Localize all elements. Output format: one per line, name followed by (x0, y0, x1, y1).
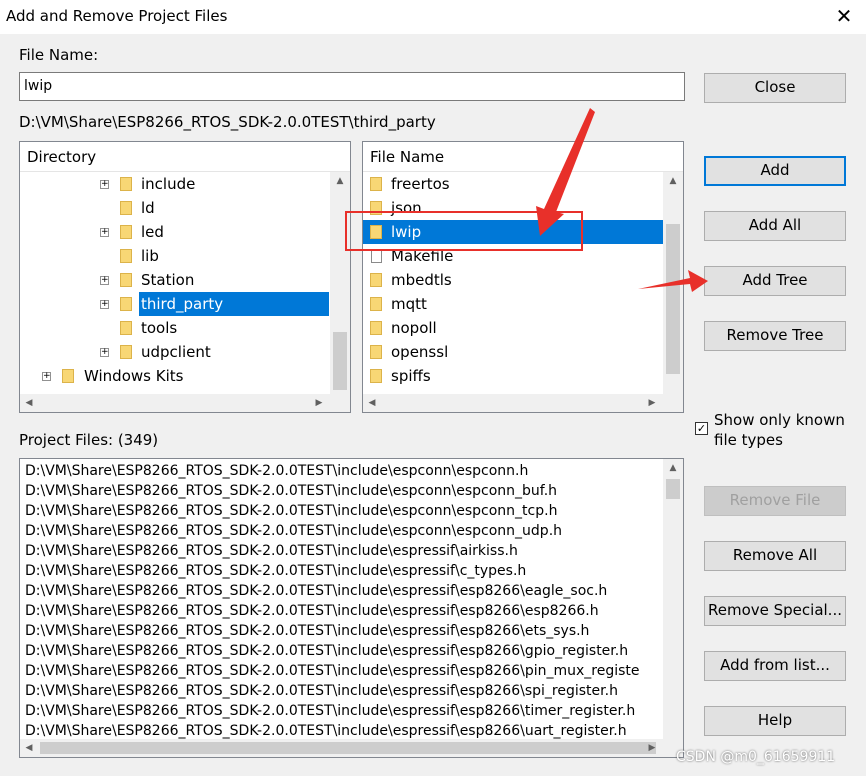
annotation-arrow-right (638, 270, 708, 292)
watermark-text: CSDN @m0_61659911 (676, 749, 836, 765)
annotation-overlay (345, 108, 708, 292)
annotation-arrow-down (536, 108, 595, 236)
